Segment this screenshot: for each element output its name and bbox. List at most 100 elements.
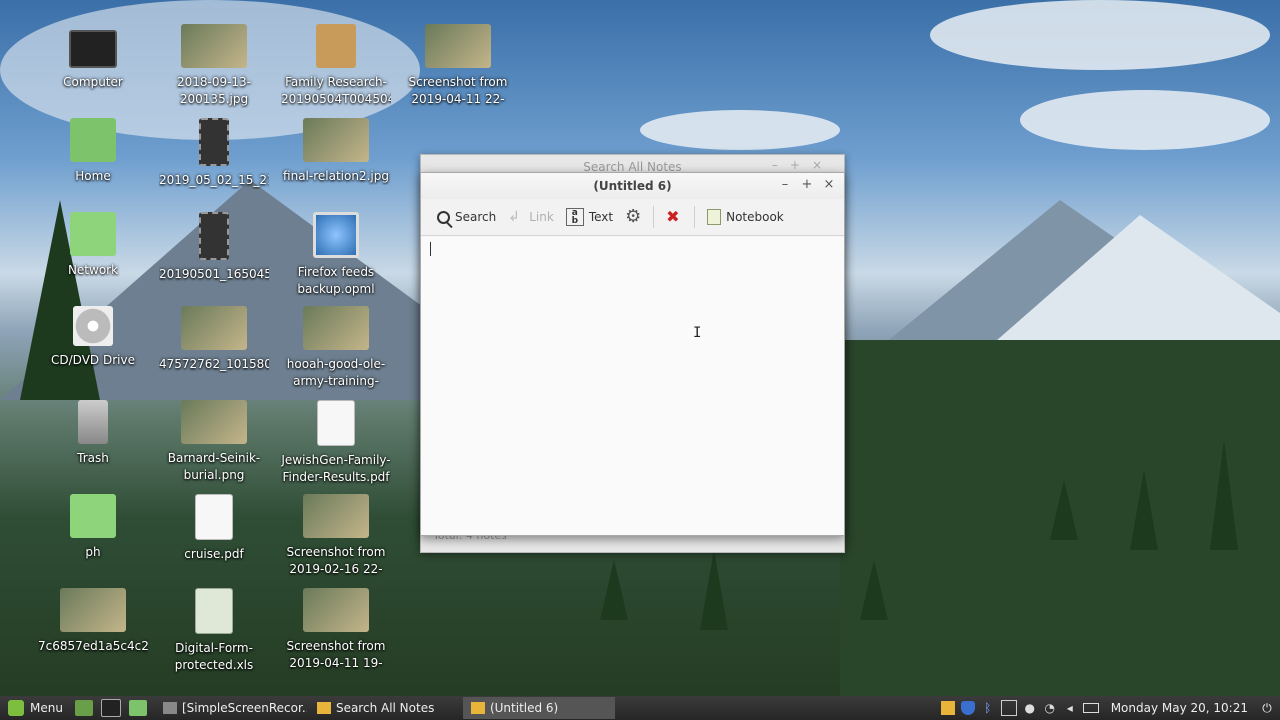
desktop-icon[interactable]: 2019_05_02_15_21_43.mp4 [159, 118, 269, 189]
desktop-icon[interactable]: final-relation2.jpg [281, 118, 391, 185]
archive-icon [316, 24, 356, 68]
desktop-icon[interactable]: CD/DVD Drive [38, 306, 148, 369]
desktop-icon[interactable]: Computer [38, 24, 148, 91]
desktop-icon[interactable]: Screenshot from 2019-04-11 22-13-0... [403, 24, 513, 108]
taskbar-task-label: [SimpleScreenRecor... [181, 701, 307, 715]
clock[interactable]: Monday May 20, 10:21 [1105, 701, 1254, 715]
disc-drive-icon [73, 306, 113, 346]
home-folder-icon [70, 118, 116, 162]
image-file-icon [303, 118, 369, 162]
taskbar-task[interactable]: (Untitled 6) [462, 697, 615, 719]
desktop-icon-label: Screenshot from 2019-02-16 22-21-0... [286, 545, 386, 576]
taskbar-task[interactable]: [SimpleScreenRecor... [155, 697, 307, 719]
image-file-icon [181, 24, 247, 68]
text-label: Text [588, 210, 614, 224]
desktop-icon-label: Barnard-Seinik-burial.png [167, 451, 261, 482]
folder-icon [70, 494, 116, 538]
desktop-icon[interactable]: Home [38, 118, 148, 185]
recorder-icon [162, 702, 177, 714]
system-tray: ᛒ ● ◔ ◂ Monday May 20, 10:21 ⏻ [940, 700, 1280, 716]
text-caret [430, 242, 431, 256]
bluetooth-icon[interactable]: ᛒ [981, 701, 995, 715]
desktop-icon[interactable]: cruise.pdf [159, 494, 269, 563]
close-button[interactable]: × [822, 177, 836, 193]
maximize-button[interactable]: + [800, 177, 814, 193]
user-icon[interactable]: ● [1023, 701, 1037, 715]
desktop-icon-label: hooah-good-ole-army-training-mar... [286, 357, 386, 388]
text-format-icon: ab [565, 208, 584, 226]
desktop-icon[interactable]: Network [38, 212, 148, 279]
battery-icon[interactable] [1082, 703, 1099, 713]
desktop-icon-label: final-relation2.jpg [283, 169, 389, 183]
image-file-icon [181, 400, 247, 444]
taskbar-task-label: Search All Notes [335, 701, 435, 715]
delete-icon: ✖ [666, 207, 680, 226]
search-button[interactable]: Search [431, 206, 502, 228]
volume-icon[interactable]: ◂ [1063, 701, 1077, 715]
desktop-icon[interactable]: Family Research-20190504T004504... [281, 24, 391, 108]
firefox-file-icon [313, 212, 359, 258]
notes-icon [470, 702, 485, 714]
video-file-icon [199, 118, 229, 166]
link-icon: ↲ [508, 209, 520, 225]
desktop-icon[interactable]: ph [38, 494, 148, 561]
desktop-icon[interactable]: Trash [38, 400, 148, 467]
desktop-icon-label: Home [75, 169, 111, 183]
text-button[interactable]: ab Text [560, 204, 619, 230]
power-icon[interactable]: ⏻ [1260, 701, 1274, 715]
gear-icon: ⚙ [625, 206, 642, 227]
desktop-icon[interactable]: 20190501_165045.mp4 [159, 212, 269, 283]
network-icon[interactable]: ◔ [1043, 701, 1057, 715]
image-file-icon [60, 588, 126, 632]
desktop-icon[interactable]: 7c6857ed1a5c4c259fe1f8c6b34751e5.j... [38, 588, 148, 655]
title-bar[interactable]: (Untitled 6) – + × [421, 173, 844, 199]
desktop-icon[interactable]: Digital-Form-protected.xls [159, 588, 269, 674]
desktop-icon-label: Computer [63, 75, 123, 89]
delete-note-button[interactable]: ✖ [660, 205, 688, 229]
desktop-icon[interactable]: hooah-good-ole-army-training-mar... [281, 306, 391, 390]
taskbar-task[interactable]: Search All Notes [309, 697, 461, 719]
desktop-icon-label: 7c6857ed1a5c4c259fe1f8c6b34751e5.j... [38, 639, 148, 653]
shield-icon[interactable] [960, 701, 975, 715]
menu-button[interactable]: Menu [0, 696, 71, 720]
note-editor[interactable]: I [421, 237, 844, 535]
video-file-icon [199, 212, 229, 260]
desktop-icon-label: CD/DVD Drive [51, 353, 135, 367]
link-button[interactable]: ↲ Link [502, 205, 560, 229]
taskbar-task-label: (Untitled 6) [489, 701, 559, 715]
desktop-icon-label: Screenshot from 2019-04-11 19-37-0... [286, 639, 386, 670]
note-toolbar: Search ↲ Link ab Text ⚙ ✖ Notebook [421, 199, 844, 236]
minimize-button[interactable]: – [778, 177, 792, 193]
image-file-icon [181, 306, 247, 350]
notes-icon [316, 702, 331, 714]
desktop-icon-label: JewishGen-Family-Finder-Results.pdf [281, 453, 391, 484]
notebook-button[interactable]: Notebook [701, 205, 790, 229]
desktop-icon[interactable]: Firefox feeds backup.opml [281, 212, 391, 298]
desktop-icon[interactable]: 47572762_101580215778749... [159, 306, 269, 373]
computer-icon [69, 30, 117, 68]
note-window[interactable]: (Untitled 6) – + × Search ↲ Link ab Text… [420, 172, 845, 536]
desktop-icon[interactable]: Barnard-Seinik-burial.png [159, 400, 269, 484]
desktop-icon-label: 2019_05_02_15_21_43.mp4 [159, 173, 269, 187]
spreadsheet-icon [195, 588, 233, 634]
tools-button[interactable]: ⚙ [619, 205, 647, 229]
files-icon[interactable] [128, 700, 147, 716]
desktop-icon-label: Family Research-20190504T004504... [281, 75, 391, 106]
window-controls: –+× [771, 158, 834, 172]
show-desktop-icon[interactable] [74, 700, 93, 716]
desktop-icon-label: Firefox feeds backup.opml [297, 265, 375, 296]
terminal-icon[interactable] [100, 699, 121, 717]
desktop-icon[interactable]: JewishGen-Family-Finder-Results.pdf [281, 400, 391, 486]
image-file-icon [425, 24, 491, 68]
desktop-icon[interactable]: Screenshot from 2019-04-11 19-37-0... [281, 588, 391, 672]
toolbar-separator [694, 206, 696, 228]
notes-tray-icon[interactable] [940, 701, 955, 715]
image-file-icon [303, 306, 369, 350]
desktop-icon[interactable]: Screenshot from 2019-02-16 22-21-0... [281, 494, 391, 578]
desktop-icon-label: Screenshot from 2019-04-11 22-13-0... [408, 75, 508, 106]
desktop-icon-label: cruise.pdf [184, 547, 244, 561]
clipboard-icon[interactable] [1000, 700, 1017, 716]
desktop-icon[interactable]: 2018-09-13-200135.jpg [159, 24, 269, 108]
notebook-label: Notebook [726, 210, 784, 224]
desktop-icon-label: Trash [77, 451, 109, 465]
